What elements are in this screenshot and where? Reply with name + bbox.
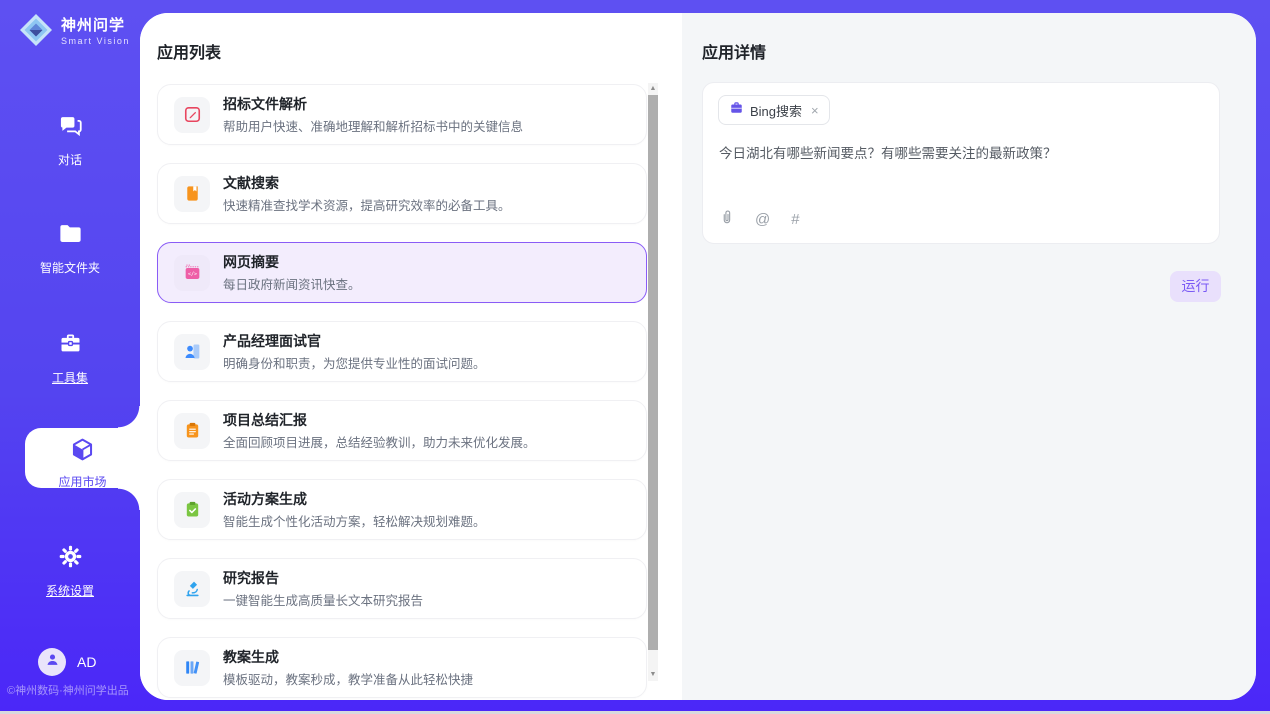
app-card-interviewer[interactable]: 产品经理面试官 明确身份和职责，为您提供专业性的面试问题。 — [157, 321, 647, 382]
app-card-desc: 每日政府新闻资讯快查。 — [223, 274, 361, 293]
lesson-plan-icon — [174, 650, 210, 686]
app-card-title: 网页摘要 — [223, 253, 361, 271]
sidebar-item-label: 应用市场 — [25, 473, 140, 490]
app-card-literature-search[interactable]: 文献搜索 快速精准查找学术资源，提高研究效率的必备工具。 — [157, 163, 647, 224]
app-list-scrollbar[interactable]: ▲ ▼ — [648, 83, 658, 681]
app-card-title: 招标文件解析 — [223, 95, 523, 113]
brand-name: 神州问学 — [61, 18, 130, 35]
literature-search-icon — [174, 176, 210, 212]
brand-subtitle: Smart Vision — [61, 37, 130, 47]
query-input[interactable]: 今日湖北有哪些新闻要点？有哪些需要关注的最新政策？ — [719, 144, 1203, 163]
run-button[interactable]: 运行 — [1170, 271, 1221, 302]
app-list-panel: 应用列表 招标文件解析 帮助用户快速、准确地理解和解析招标书中的关键信息 — [140, 13, 682, 700]
app-card-event-plan[interactable]: 活动方案生成 智能生成个性化活动方案，轻松解决规划难题。 — [157, 479, 647, 540]
sidebar-item-smart-folders[interactable]: 智能文件夹 — [0, 220, 140, 276]
app-card-desc: 全面回顾项目进展，总结经验教训，助力未来优化发展。 — [223, 432, 536, 451]
gem-diamond-icon — [18, 12, 54, 53]
paperclip-icon[interactable] — [719, 208, 734, 230]
sidebar-item-label: 对话 — [0, 151, 140, 168]
chat-icon — [0, 112, 140, 144]
app-card-list: 招标文件解析 帮助用户快速、准确地理解和解析招标书中的关键信息 文献搜索 快速精… — [157, 84, 647, 700]
app-card-lesson-plan[interactable]: 教案生成 模板驱动，教案秒成，教学准备从此轻松快捷 — [157, 637, 647, 698]
user-initials: AD — [77, 654, 96, 670]
app-card-desc: 模板驱动，教案秒成，教学准备从此轻松快捷 — [223, 669, 473, 688]
avatar — [38, 648, 66, 676]
user-account[interactable]: AD — [38, 648, 96, 676]
cube-icon — [69, 450, 96, 467]
close-icon[interactable]: × — [811, 104, 819, 117]
toolbox-icon — [0, 330, 140, 362]
gear-icon — [0, 543, 140, 575]
prompt-input-card: Bing搜索 × 今日湖北有哪些新闻要点？有哪些需要关注的最新政策？ @ # — [702, 82, 1220, 244]
briefcase-icon — [729, 100, 744, 120]
interviewer-icon — [174, 334, 210, 370]
app-frame: 神州问学 Smart Vision 对话 智能文件夹 — [0, 0, 1270, 711]
app-card-title: 研究报告 — [223, 569, 423, 587]
copyright-footer: ©神州数码·神州问学出品 — [7, 682, 140, 698]
app-card-web-summary[interactable]: </> 网页摘要 每日政府新闻资讯快查。 — [157, 242, 647, 303]
app-card-desc: 一键智能生成高质量长文本研究报告 — [223, 590, 423, 609]
app-detail-title: 应用详情 — [702, 39, 766, 63]
sidebar-item-label: 智能文件夹 — [0, 259, 140, 276]
scrollbar-down-icon[interactable]: ▼ — [648, 669, 658, 681]
web-summary-icon: </> — [174, 255, 210, 291]
app-card-title: 项目总结汇报 — [223, 411, 536, 429]
bid-document-icon — [174, 97, 210, 133]
person-icon — [44, 651, 61, 673]
app-card-bid-document[interactable]: 招标文件解析 帮助用户快速、准确地理解和解析招标书中的关键信息 — [157, 84, 647, 145]
folder-icon — [0, 220, 140, 252]
app-card-research-report[interactable]: 研究报告 一键智能生成高质量长文本研究报告 — [157, 558, 647, 619]
scrollbar-up-icon[interactable]: ▲ — [648, 83, 658, 95]
sidebar-item-app-market[interactable]: 应用市场 — [25, 428, 140, 488]
sidebar-item-chat[interactable]: 对话 — [0, 112, 140, 168]
app-list-title: 应用列表 — [157, 39, 221, 63]
research-report-icon — [174, 571, 210, 607]
app-card-desc: 智能生成个性化活动方案，轻松解决规划难题。 — [223, 511, 486, 530]
brand-logo: 神州问学 Smart Vision — [18, 12, 130, 53]
sidebar-item-toolset[interactable]: 工具集 — [0, 330, 140, 386]
project-summary-icon — [174, 413, 210, 449]
scrollbar-thumb[interactable] — [648, 95, 658, 650]
app-card-title: 活动方案生成 — [223, 490, 486, 508]
app-card-project-summary[interactable]: 项目总结汇报 全面回顾项目进展，总结经验教训，助力未来优化发展。 — [157, 400, 647, 461]
mention-icon[interactable]: @ — [755, 211, 770, 228]
app-detail-panel: 应用详情 Bing搜索 × 今日湖北有哪些新闻要点？有哪些需要关注的最新政策？ — [682, 13, 1256, 700]
app-card-title: 产品经理面试官 — [223, 332, 486, 350]
sidebar-item-label: 系统设置 — [0, 582, 140, 599]
sidebar-item-label: 工具集 — [0, 369, 140, 386]
sidebar-item-settings[interactable]: 系统设置 — [0, 543, 140, 599]
app-card-desc: 帮助用户快速、准确地理解和解析招标书中的关键信息 — [223, 116, 523, 135]
content-panel: 应用列表 招标文件解析 帮助用户快速、准确地理解和解析招标书中的关键信息 — [140, 13, 1256, 700]
app-card-desc: 明确身份和职责，为您提供专业性的面试问题。 — [223, 353, 486, 372]
app-card-title: 教案生成 — [223, 648, 473, 666]
svg-text:</>: </> — [187, 271, 196, 277]
tool-tag-label: Bing搜索 — [750, 101, 802, 120]
event-plan-icon — [174, 492, 210, 528]
tool-tag-bing-search[interactable]: Bing搜索 × — [718, 95, 830, 125]
app-card-title: 文献搜索 — [223, 174, 511, 192]
input-toolbar: @ # — [719, 208, 800, 230]
app-card-desc: 快速精准查找学术资源，提高研究效率的必备工具。 — [223, 195, 511, 214]
hash-icon[interactable]: # — [791, 211, 799, 228]
